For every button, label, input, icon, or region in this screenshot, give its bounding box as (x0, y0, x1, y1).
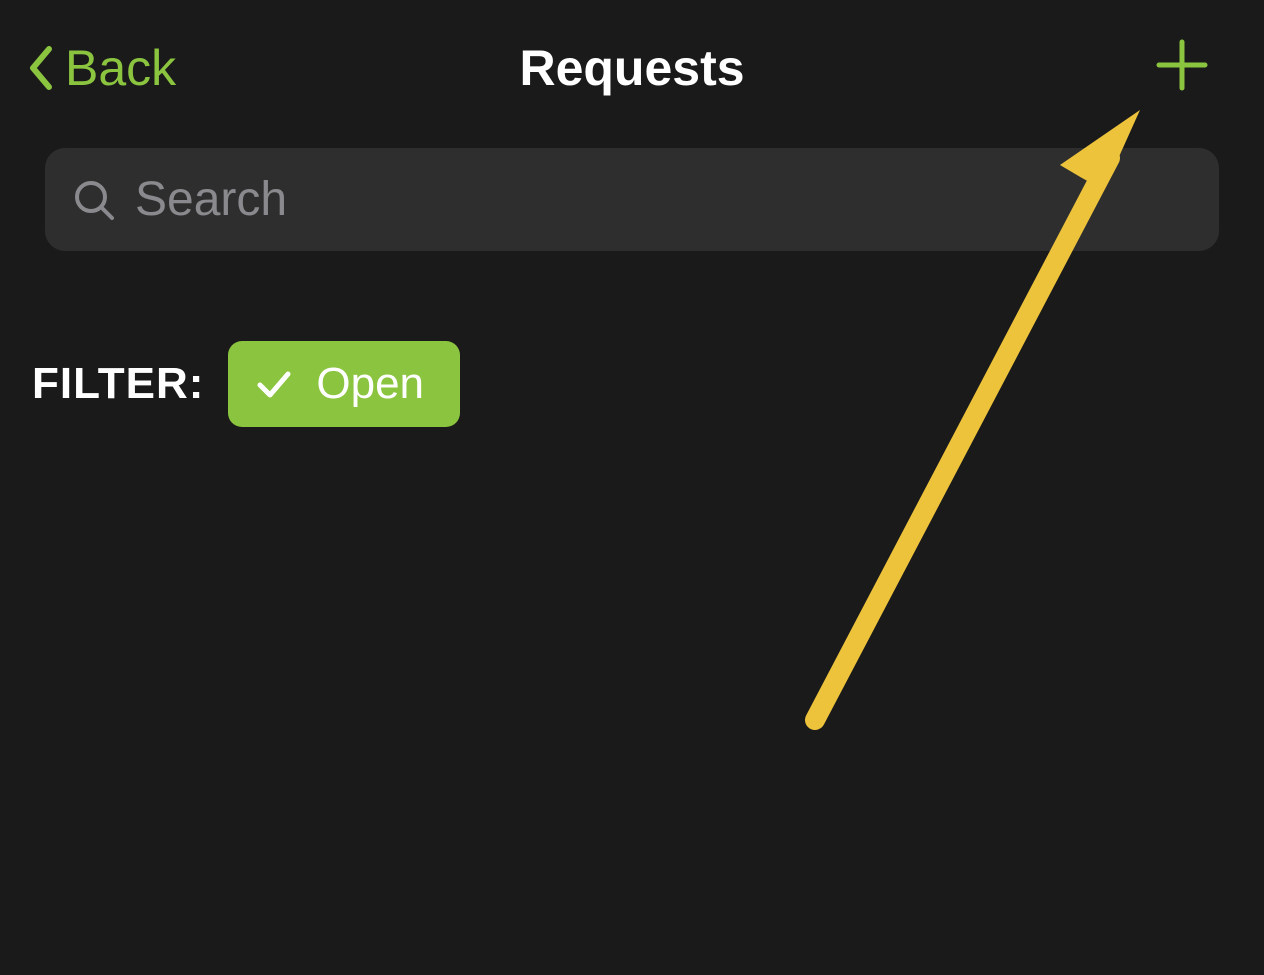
search-field[interactable] (45, 148, 1219, 251)
add-button[interactable] (1155, 41, 1209, 95)
check-icon (256, 366, 292, 402)
search-input[interactable] (135, 172, 1191, 227)
filter-label: FILTER: (32, 359, 204, 409)
chevron-left-icon (25, 43, 55, 93)
filter-chip-open[interactable]: Open (228, 341, 460, 427)
search-icon (73, 179, 115, 221)
header-bar: Back Requests (0, 0, 1264, 120)
back-button[interactable]: Back (25, 39, 176, 97)
filter-chip-label: Open (316, 359, 424, 409)
plus-icon (1155, 38, 1209, 97)
filter-row: FILTER: Open (0, 251, 1264, 427)
back-label: Back (65, 39, 176, 97)
search-container (0, 120, 1264, 251)
page-title: Requests (519, 39, 744, 97)
